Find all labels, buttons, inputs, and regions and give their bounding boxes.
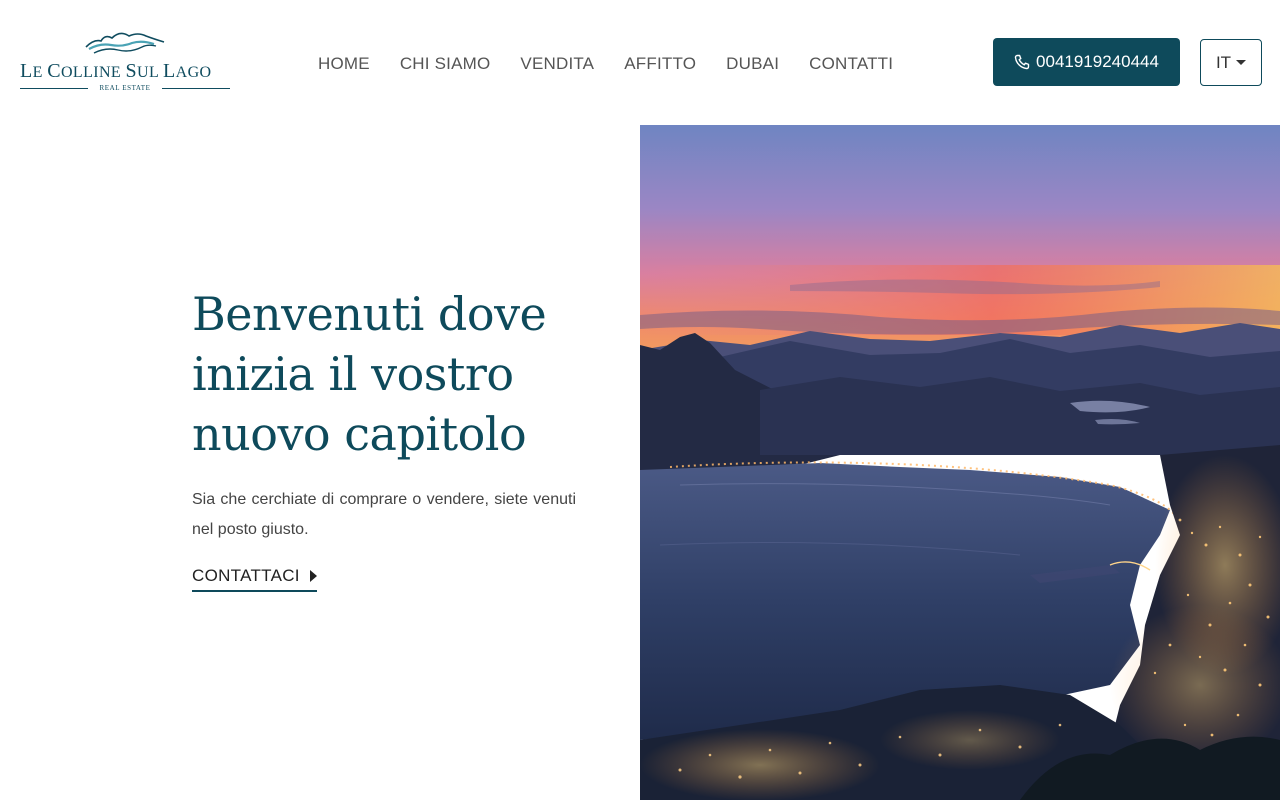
nav-chi-siamo[interactable]: CHI SIAMO [400,52,491,76]
logo-subtitle: REAL ESTATE [99,84,151,92]
language-label: IT [1215,52,1232,72]
caret-right-icon [309,570,317,582]
hero-title: Benvenuti dove inizia il vostro nuovo ca… [192,287,547,461]
phone-button[interactable]: 0041919240444 [993,38,1180,86]
phone-icon [1014,54,1030,70]
language-dropdown[interactable]: IT [1200,39,1262,86]
contact-cta-link[interactable]: CONTATTACI [192,564,317,592]
nav-contatti[interactable]: CONTATTI [809,52,893,76]
hero-description: Sia che cerchiate di comprare o vendere,… [192,491,576,538]
caret-down-icon [1236,60,1247,65]
site-header: LE COLLINE SUL LAGO REAL ESTATE HOME CHI… [0,0,1280,125]
cta-label: CONTATTACI [192,566,300,585]
phone-number: 0041919240444 [1036,52,1159,71]
nav-affitto[interactable]: AFFITTO [624,52,696,76]
logo-wordmark: LE COLLINE SUL LAGO [20,60,212,82]
mountains-logo-icon [85,32,165,54]
nav-dubai[interactable]: DUBAI [726,52,779,76]
hero-lake-photo [640,125,1280,800]
nav-vendita[interactable]: VENDITA [520,52,594,76]
nav-home[interactable]: HOME [318,52,370,76]
site-logo[interactable]: LE COLLINE SUL LAGO REAL ESTATE [20,30,232,94]
main-nav: HOME CHI SIAMO VENDITA AFFITTO DUBAI CON… [318,52,893,76]
